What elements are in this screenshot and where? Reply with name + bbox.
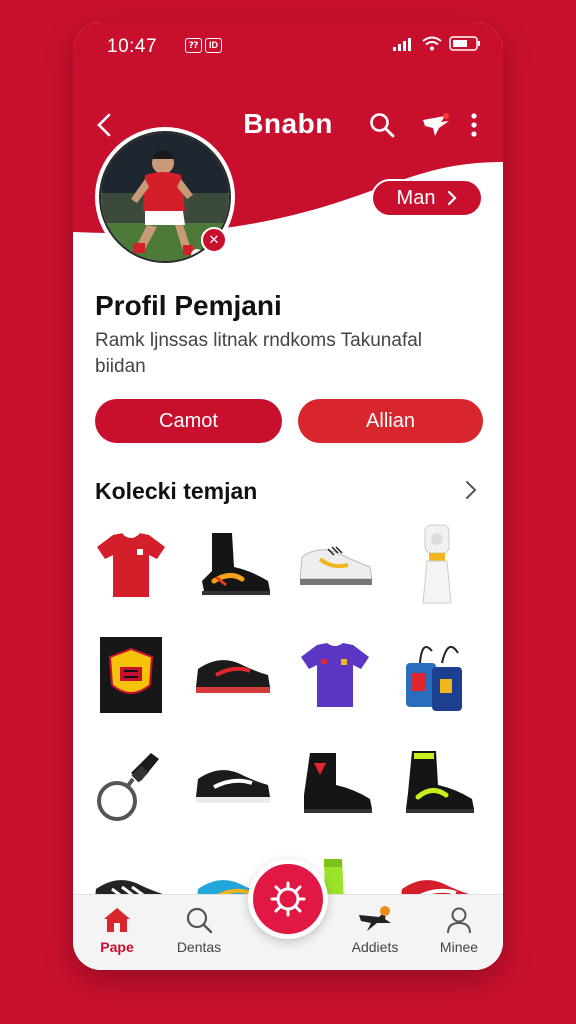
search-icon: [186, 907, 213, 934]
nav-label-profile: Minee: [439, 939, 479, 955]
purple-jersey-icon[interactable]: [287, 627, 383, 723]
notification-icons: ⁇ ID: [185, 38, 222, 53]
status-time: 10:47: [107, 36, 158, 57]
bottle-icon[interactable]: [389, 517, 485, 613]
ball-icon: [270, 881, 306, 917]
notification-icon: ⁇: [185, 38, 202, 53]
collection-grid: [83, 517, 503, 927]
black-sneaker-icon[interactable]: [185, 737, 281, 833]
battery-icon: [449, 36, 480, 51]
id-notification-icon: ID: [205, 38, 222, 53]
black-sneaker-icon[interactable]: [185, 627, 281, 723]
jet-icon: [359, 906, 391, 931]
profile-title: Profil Pemjani: [95, 290, 282, 321]
chevron-right-icon[interactable]: [465, 480, 477, 500]
nav-item-search[interactable]: Dentas: [159, 903, 239, 955]
more-button-label: Man: [396, 186, 436, 209]
secondary-action-button[interactable]: Allian: [298, 399, 483, 443]
red-jersey-icon[interactable]: [83, 517, 179, 613]
nav-item-profile[interactable]: Minee: [419, 903, 499, 955]
close-icon: ✕: [208, 232, 220, 247]
badge-icon[interactable]: [83, 627, 179, 723]
notifications-button[interactable]: [419, 108, 453, 142]
chevron-right-icon: [448, 190, 458, 206]
search-button[interactable]: [365, 108, 399, 142]
bird-notification-icon: [423, 113, 449, 136]
nav-label-home: Pape: [100, 939, 134, 955]
white-sneaker-icon[interactable]: [287, 517, 383, 613]
nav-label-addiets: Addiets: [351, 939, 399, 955]
more-options-button[interactable]: [463, 108, 485, 142]
profile-description: Ramk ljnssas litnak rndkoms Takunafal bi…: [95, 330, 423, 377]
nav-label-search: Dentas: [176, 939, 222, 955]
home-icon: [104, 908, 130, 932]
wifi-icon: [422, 36, 442, 51]
status-bar: 10:47 ⁇ ID: [73, 22, 503, 70]
signal-icon: [393, 37, 411, 51]
person-icon: [447, 907, 471, 934]
remove-photo-button[interactable]: ✕: [201, 227, 227, 253]
black-boot-icon[interactable]: [287, 737, 383, 833]
status-indicators: [393, 36, 481, 51]
more-button[interactable]: Man: [371, 179, 483, 217]
collection-title: Kolecki temjan: [95, 478, 258, 504]
more-vertical-icon: [471, 113, 477, 137]
black-boot-icon[interactable]: [389, 737, 485, 833]
primary-action-button[interactable]: Camot: [95, 399, 282, 443]
bag-icon[interactable]: [389, 627, 485, 723]
search-icon: [370, 113, 395, 138]
nav-item-addiets[interactable]: Addiets: [335, 903, 415, 955]
nav-item-home[interactable]: Pape: [77, 903, 157, 955]
keychain-icon[interactable]: [83, 737, 179, 833]
center-action-button[interactable]: [248, 859, 328, 939]
phone-screen: 10:47 ⁇ ID Bnabn ✕ Man Profil Pemjani Ra…: [73, 22, 503, 970]
black-boot-icon[interactable]: [185, 517, 281, 613]
